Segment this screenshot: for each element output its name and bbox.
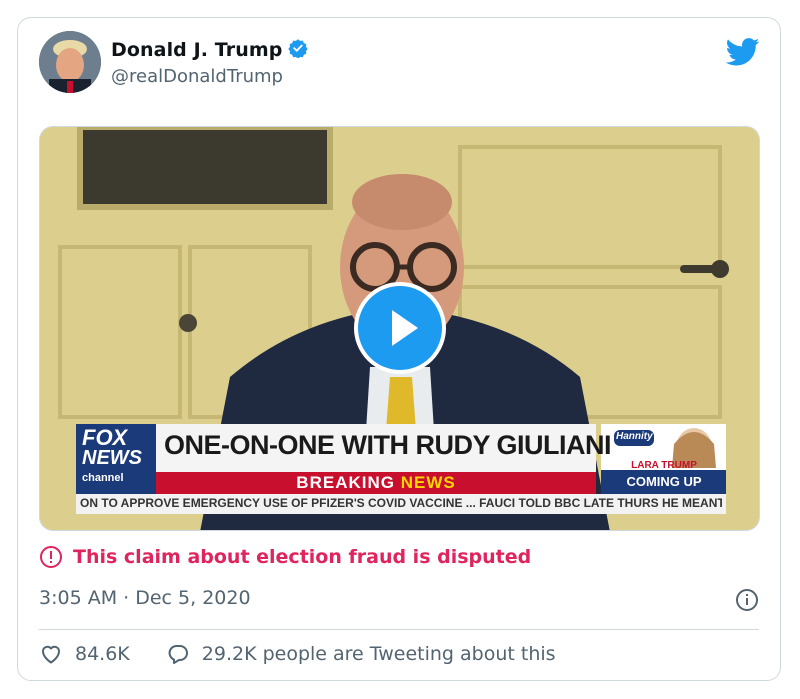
- news-ticker: ON TO APPROVE EMERGENCY USE OF PFIZER'S …: [80, 496, 722, 510]
- tweet-timestamp[interactable]: 3:05 AM · Dec 5, 2020: [39, 587, 251, 609]
- breaking-banner: BREAKING NEWS: [296, 473, 456, 492]
- play-icon: [392, 310, 418, 346]
- promo-line-1: LARA TRUMP: [631, 460, 697, 471]
- alert-icon: [40, 546, 62, 568]
- twitter-bird-icon[interactable]: [725, 38, 760, 70]
- disputed-claim-notice[interactable]: This claim about election fraud is dispu…: [39, 545, 531, 569]
- divider: [39, 629, 759, 630]
- fox-logo-bottom: NEWS: [82, 447, 142, 469]
- play-button[interactable]: [354, 282, 446, 374]
- video-player[interactable]: FOX NEWS channel ONE-ON-ONE WITH RUDY GI…: [39, 126, 760, 531]
- author-handle[interactable]: @realDonaldTrump: [111, 66, 283, 87]
- author-name-row[interactable]: Donald J. Trump: [111, 38, 309, 62]
- author-name[interactable]: Donald J. Trump: [111, 39, 282, 61]
- verified-badge-icon: [288, 38, 309, 62]
- heart-icon[interactable]: [39, 642, 63, 666]
- tweet-card: Donald J. Trump @realDonaldTrump FOX NEW…: [17, 17, 781, 681]
- promo-line-2: COMING UP: [626, 474, 702, 489]
- like-action[interactable]: 84.6K: [39, 642, 130, 666]
- conversation-text: 29.2K people are Tweeting about this: [201, 643, 556, 665]
- fox-logo-sub: channel: [82, 472, 124, 484]
- broadcast-lower-third: FOX NEWS channel ONE-ON-ONE WITH RUDY GI…: [76, 424, 726, 523]
- avatar[interactable]: [39, 31, 101, 93]
- conversation-action[interactable]: 29.2K people are Tweeting about this: [166, 642, 556, 666]
- like-count: 84.6K: [75, 643, 130, 665]
- fox-logo-top: FOX: [82, 425, 128, 450]
- headline: ONE-ON-ONE WITH RUDY GIULIANI: [164, 430, 612, 460]
- show-badge: Hannity: [616, 431, 653, 442]
- tweet-actions: 84.6K 29.2K people are Tweeting about th…: [39, 642, 556, 666]
- disputed-claim-text[interactable]: This claim about election fraud is dispu…: [73, 546, 531, 568]
- info-icon[interactable]: [735, 588, 759, 616]
- reply-icon[interactable]: [166, 642, 190, 666]
